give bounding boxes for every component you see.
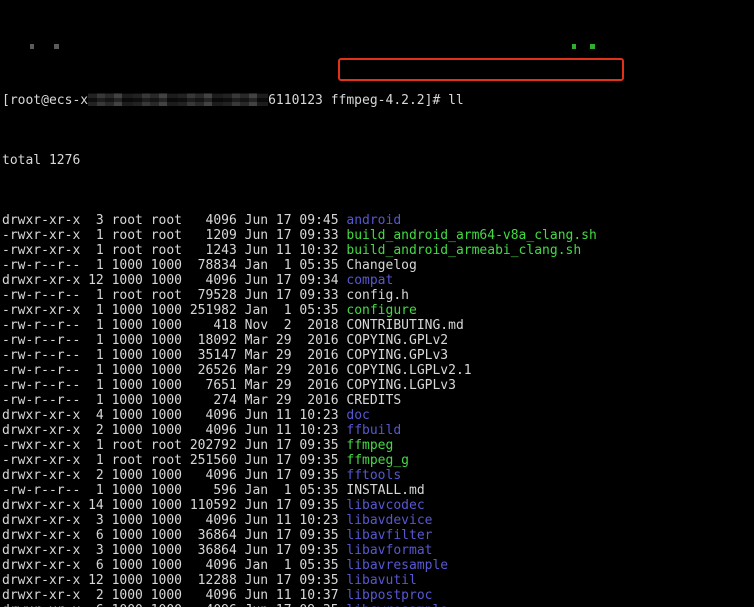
file-meta: -rw-r--r-- 1 1000 1000 7651 Mar 29 2016 — [2, 378, 347, 393]
file-row: -rwxr-xr-x 1 root root 202792 Jun 17 09:… — [2, 438, 754, 453]
file-meta: -rwxr-xr-x 1 root root 251560 Jun 17 09:… — [2, 453, 347, 468]
command-text: ll — [448, 93, 464, 108]
file-row: drwxr-xr-x 14 1000 1000 110592 Jun 17 09… — [2, 498, 754, 513]
file-row: drwxr-xr-x 3 1000 1000 4096 Jun 11 10:23… — [2, 513, 754, 528]
file-name: libavfilter — [346, 528, 433, 543]
file-meta: -rw-r--r-- 1 root root 79528 Jun 17 09:3… — [2, 288, 347, 303]
file-name: compat — [346, 273, 394, 288]
file-row: -rw-r--r-- 1 root root 79528 Jun 17 09:3… — [2, 288, 754, 303]
file-name: build_android_armeabi_clang.sh — [346, 243, 582, 258]
file-row: drwxr-xr-x 2 1000 1000 4096 Jun 17 09:35… — [2, 468, 754, 483]
file-name: COPYING.LGPLv2.1 — [346, 363, 472, 378]
file-meta: drwxr-xr-x 12 1000 1000 4096 Jun 17 09:3… — [2, 273, 347, 288]
file-row: drwxr-xr-x 3 1000 1000 36864 Jun 17 09:3… — [2, 543, 754, 558]
file-row: drwxr-xr-x 12 1000 1000 4096 Jun 17 09:3… — [2, 273, 754, 288]
file-meta: drwxr-xr-x 2 1000 1000 4096 Jun 17 09:35 — [2, 468, 347, 483]
file-row: -rwxr-xr-x 1 root root 251560 Jun 17 09:… — [2, 453, 754, 468]
file-row: drwxr-xr-x 12 1000 1000 12288 Jun 17 09:… — [2, 573, 754, 588]
file-meta: -rw-r--r-- 1 1000 1000 418 Nov 2 2018 — [2, 318, 347, 333]
file-meta: drwxr-xr-x 3 1000 1000 4096 Jun 11 10:23 — [2, 513, 347, 528]
file-name: libpostproc — [346, 588, 433, 603]
file-meta: drwxr-xr-x 14 1000 1000 110592 Jun 17 09… — [2, 498, 347, 513]
total-line: total 1276 — [2, 153, 81, 168]
file-meta: -rw-r--r-- 1 1000 1000 26526 Mar 29 2016 — [2, 363, 347, 378]
file-row: -rw-r--r-- 1 1000 1000 7651 Mar 29 2016 … — [2, 378, 754, 393]
file-name: CONTRIBUTING.md — [346, 318, 464, 333]
file-name: INSTALL.md — [346, 483, 425, 498]
file-meta: -rw-r--r-- 1 1000 1000 78834 Jan 1 05:35 — [2, 258, 347, 273]
file-meta: drwxr-xr-x 3 root root 4096 Jun 17 09:45 — [2, 213, 347, 228]
file-meta: -rwxr-xr-x 1 root root 1243 Jun 11 10:32 — [2, 243, 347, 258]
file-name: libavdevice — [346, 513, 433, 528]
file-meta: drwxr-xr-x 3 1000 1000 36864 Jun 17 09:3… — [2, 543, 347, 558]
file-row: -rw-r--r-- 1 1000 1000 274 Mar 29 2016 C… — [2, 393, 754, 408]
file-list: drwxr-xr-x 3 root root 4096 Jun 17 09:45… — [2, 213, 754, 607]
file-meta: drwxr-xr-x 4 1000 1000 4096 Jun 11 10:23 — [2, 408, 347, 423]
file-row: drwxr-xr-x 3 root root 4096 Jun 17 09:45… — [2, 213, 754, 228]
file-meta: -rw-r--r-- 1 1000 1000 18092 Mar 29 2016 — [2, 333, 347, 348]
file-row: -rwxr-xr-x 1 root root 1209 Jun 17 09:33… — [2, 228, 754, 243]
file-meta: drwxr-xr-x 2 1000 1000 4096 Jun 11 10:23 — [2, 423, 347, 438]
file-row: drwxr-xr-x 6 1000 1000 4096 Jan 1 05:35 … — [2, 558, 754, 573]
file-row: -rw-r--r-- 1 1000 1000 26526 Mar 29 2016… — [2, 363, 754, 378]
prompt-line: [root@ecs-x 6110123 ffmpeg-4.2.2]# ll — [2, 93, 754, 108]
terminal-output: [root@ecs-x 6110123 ffmpeg-4.2.2]# ll tot… — [2, 0, 754, 607]
file-row: -rwxr-xr-x 1 1000 1000 251982 Jan 1 05:3… — [2, 303, 754, 318]
scrollback-fragment — [54, 44, 59, 49]
file-row: drwxr-xr-x 2 1000 1000 4096 Jun 11 10:37… — [2, 588, 754, 603]
scrollback-fragment — [30, 44, 34, 49]
file-row: drwxr-xr-x 6 1000 1000 4096 Jun 17 09:35… — [2, 603, 754, 607]
file-name: CREDITS — [346, 393, 402, 408]
file-row: -rw-r--r-- 1 1000 1000 18092 Mar 29 2016… — [2, 333, 754, 348]
file-name: libavcodec — [346, 498, 425, 513]
file-name: ffmpeg_g — [346, 453, 409, 468]
file-row: drwxr-xr-x 6 1000 1000 36864 Jun 17 09:3… — [2, 528, 754, 543]
file-meta: -rwxr-xr-x 1 root root 202792 Jun 17 09:… — [2, 438, 347, 453]
scrollback-fragment-line — [2, 33, 754, 49]
redacted-hostname — [88, 93, 269, 106]
scrollback-fragment — [572, 44, 576, 49]
scrollback-fragment — [590, 44, 595, 49]
file-meta: -rw-r--r-- 1 1000 1000 35147 Mar 29 2016 — [2, 348, 347, 363]
file-name: Changelog — [346, 258, 417, 273]
file-name: COPYING.LGPLv3 — [346, 378, 456, 393]
terminal-window[interactable]: [root@ecs-x 6110123 ffmpeg-4.2.2]# ll tot… — [0, 0, 754, 607]
file-name: libavformat — [346, 543, 433, 558]
file-name: build_android_arm64-v8a_clang.sh — [346, 228, 597, 243]
file-meta: drwxr-xr-x 6 1000 1000 4096 Jan 1 05:35 — [2, 558, 347, 573]
file-name: libavutil — [346, 573, 417, 588]
file-meta: drwxr-xr-x 2 1000 1000 4096 Jun 11 10:37 — [2, 588, 347, 603]
file-name: configure — [346, 303, 417, 318]
file-name: libavresample — [346, 558, 449, 573]
file-name: ffbuild — [346, 423, 402, 438]
file-row: -rw-r--r-- 1 1000 1000 596 Jan 1 05:35 I… — [2, 483, 754, 498]
file-row: -rw-r--r-- 1 1000 1000 35147 Mar 29 2016… — [2, 348, 754, 363]
file-row: drwxr-xr-x 2 1000 1000 4096 Jun 11 10:23… — [2, 423, 754, 438]
prompt-suffix: 6110123 ffmpeg-4.2.2]# — [268, 93, 449, 108]
file-name: doc — [346, 408, 370, 423]
file-meta: -rwxr-xr-x 1 root root 1209 Jun 17 09:33 — [2, 228, 347, 243]
file-name: libswresample — [346, 603, 448, 607]
file-name: ffmpeg — [346, 438, 394, 453]
file-name: COPYING.GPLv3 — [346, 348, 449, 363]
file-name: config.h — [346, 288, 409, 303]
file-row: -rw-r--r-- 1 1000 1000 78834 Jan 1 05:35… — [2, 258, 754, 273]
file-meta: drwxr-xr-x 12 1000 1000 12288 Jun 17 09:… — [2, 573, 347, 588]
file-name: android — [346, 213, 402, 228]
file-name: fftools — [346, 468, 402, 483]
file-name: COPYING.GPLv2 — [346, 333, 449, 348]
file-meta: -rw-r--r-- 1 1000 1000 596 Jan 1 05:35 — [2, 483, 347, 498]
file-row: -rwxr-xr-x 1 root root 1243 Jun 11 10:32… — [2, 243, 754, 258]
file-meta: drwxr-xr-x 6 1000 1000 4096 Jun 17 09:35 — [2, 603, 346, 607]
file-meta: drwxr-xr-x 6 1000 1000 36864 Jun 17 09:3… — [2, 528, 347, 543]
file-meta: -rwxr-xr-x 1 1000 1000 251982 Jan 1 05:3… — [2, 303, 347, 318]
file-row: -rw-r--r-- 1 1000 1000 418 Nov 2 2018 CO… — [2, 318, 754, 333]
file-row: drwxr-xr-x 4 1000 1000 4096 Jun 11 10:23… — [2, 408, 754, 423]
file-meta: -rw-r--r-- 1 1000 1000 274 Mar 29 2016 — [2, 393, 347, 408]
